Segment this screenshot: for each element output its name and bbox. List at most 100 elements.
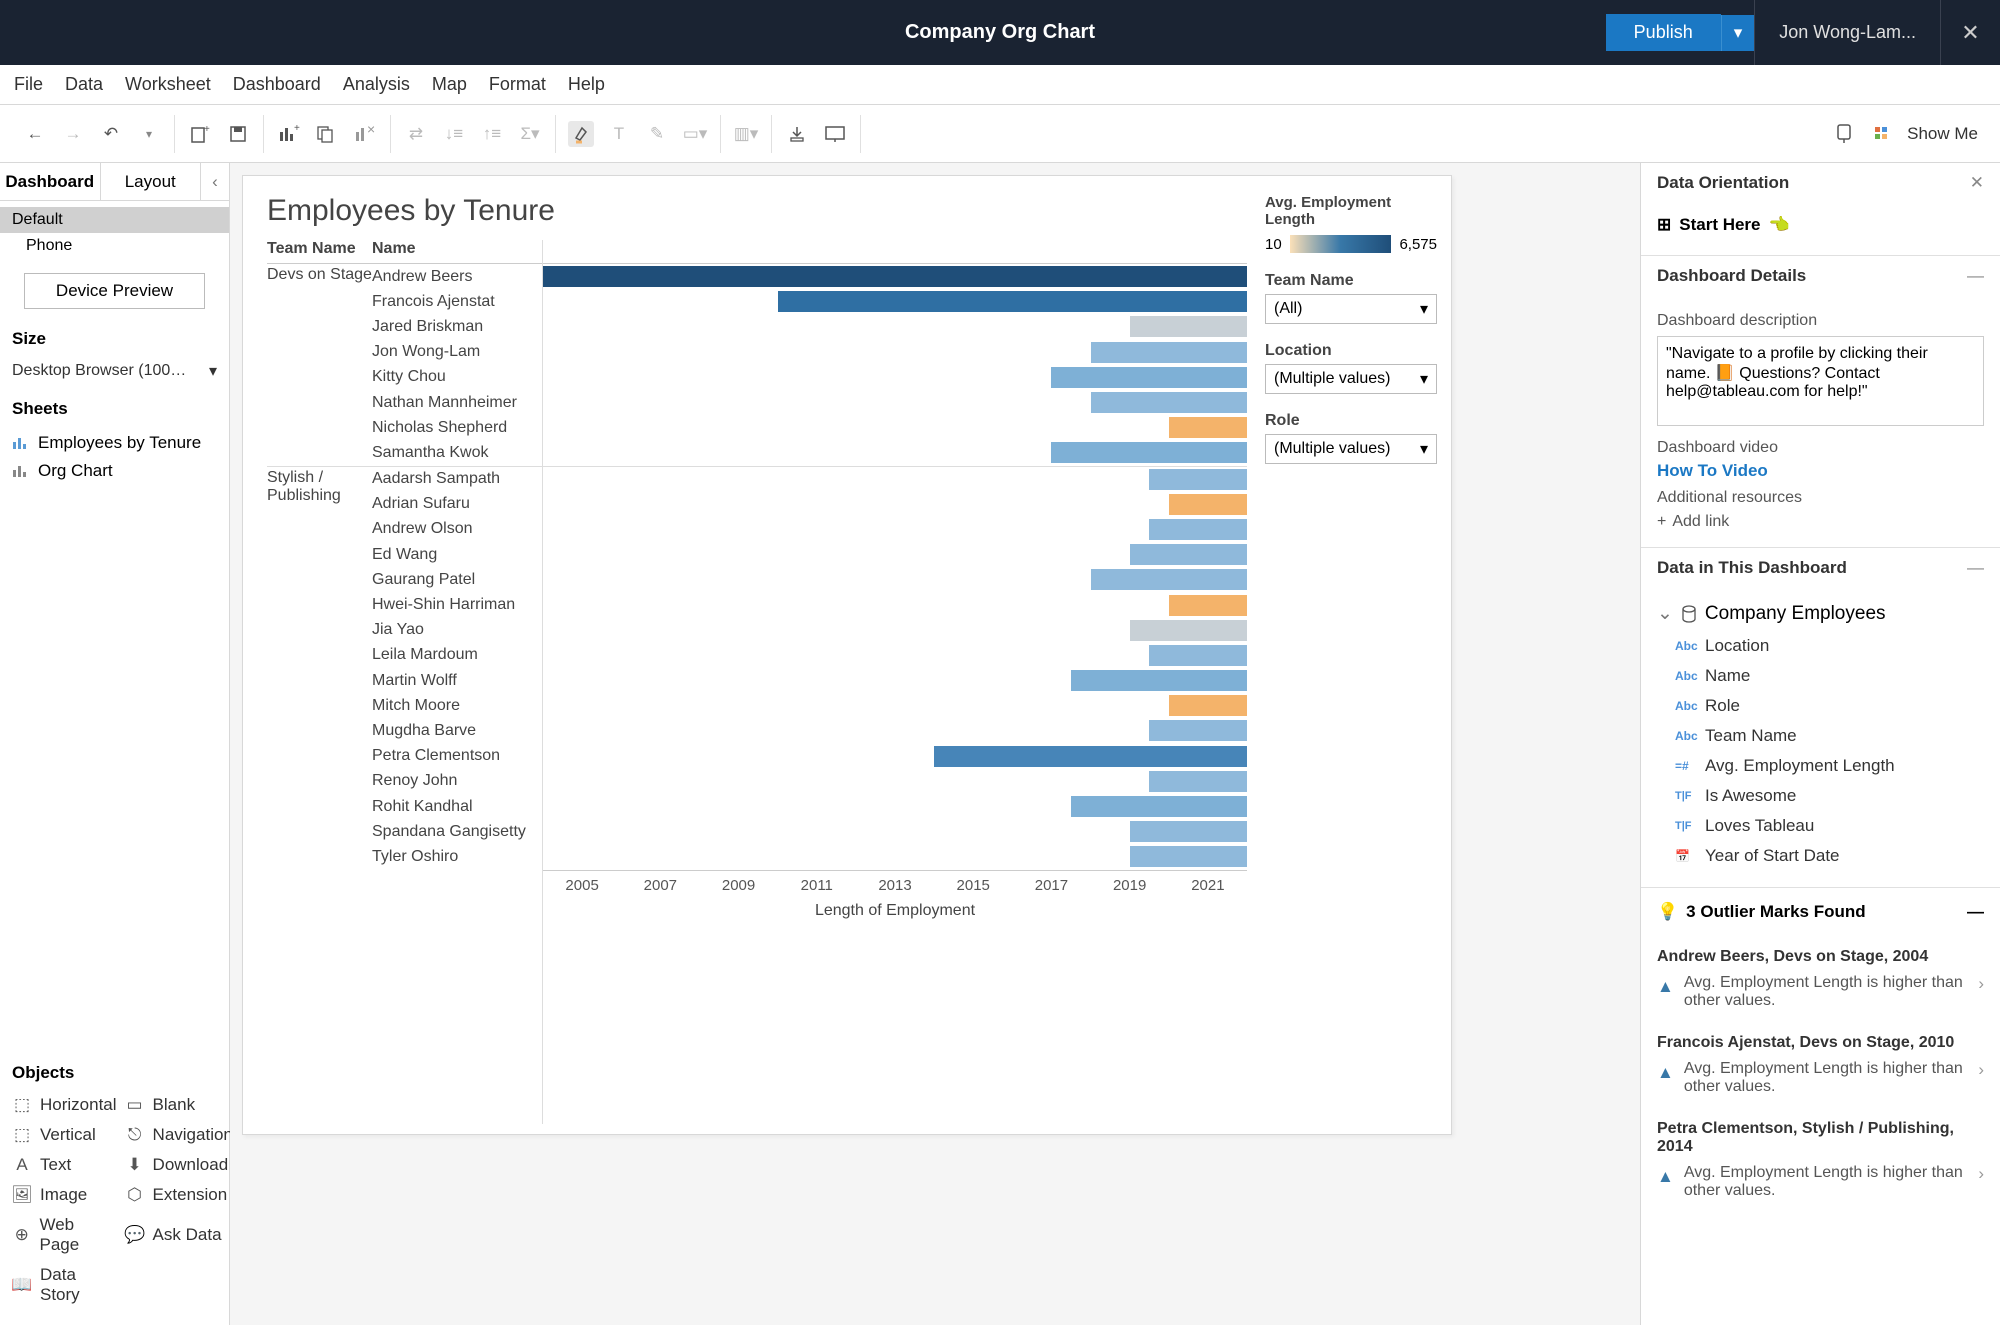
sheet-item[interactable]: Employees by Tenure [0,429,229,457]
tenure-bar[interactable] [1169,695,1247,716]
tenure-bar[interactable] [1149,469,1247,490]
tenure-bar[interactable] [1091,342,1247,363]
tab-dashboard[interactable]: Dashboard [0,163,101,200]
tenure-bar[interactable] [1130,620,1247,641]
clear-icon[interactable]: × [352,121,378,147]
employee-name[interactable]: Kitty Chou [372,365,542,390]
device-default[interactable]: Default [0,207,229,233]
collapse-details-icon[interactable]: — [1967,266,1984,286]
field-row[interactable]: T|FLoves Tableau [1657,811,1984,841]
tenure-bar[interactable] [1169,595,1247,616]
desc-textarea[interactable] [1657,336,1984,426]
field-row[interactable]: AbcName [1657,661,1984,691]
tenure-bar[interactable] [1149,771,1247,792]
revert-menu-icon[interactable]: ▾ [136,121,162,147]
field-row[interactable]: AbcLocation [1657,631,1984,661]
field-row[interactable]: T|FIs Awesome [1657,781,1984,811]
redo-icon[interactable]: → [60,121,86,147]
tenure-bar[interactable] [543,266,1247,287]
cards-icon[interactable]: ▥▾ [733,121,759,147]
tenure-bar[interactable] [1130,316,1247,337]
menu-analysis[interactable]: Analysis [343,74,410,95]
menu-data[interactable]: Data [65,74,103,95]
employee-name[interactable]: Rohit Kandhal [372,794,542,819]
tenure-bar[interactable] [1169,417,1247,438]
collapse-data-icon[interactable]: — [1967,558,1984,578]
tenure-bar[interactable] [1130,544,1247,565]
tenure-bar[interactable] [1091,392,1247,413]
tenure-bar[interactable] [1130,821,1247,842]
collapse-pane-icon[interactable]: ‹ [201,163,229,200]
object-vertical[interactable]: ⬚Vertical [12,1125,117,1145]
publish-dropdown[interactable]: ▾ [1721,15,1755,51]
menu-format[interactable]: Format [489,74,546,95]
outlier-item[interactable]: Petra Clementson, Stylish / Publishing, … [1641,1108,2000,1212]
employee-name[interactable]: Mugdha Barve [372,718,542,743]
tenure-bar[interactable] [1169,494,1247,515]
format-icon[interactable]: ✎ [644,121,670,147]
menu-file[interactable]: File [14,74,43,95]
tenure-bar[interactable] [1149,645,1247,666]
employee-name[interactable]: Spandana Gangisetty [372,819,542,844]
close-orientation-icon[interactable]: ✕ [1970,173,1984,193]
employee-name[interactable]: Tyler Oshiro [372,844,542,869]
dashboard-frame[interactable]: Employees by Tenure Team Name Devs on St… [242,175,1452,1135]
sort-desc-icon[interactable]: ↑≡ [479,121,505,147]
menu-dashboard[interactable]: Dashboard [233,74,321,95]
object-navigation[interactable]: ⎋Navigation [125,1125,233,1145]
filter-select[interactable]: (Multiple values)▾ [1265,364,1437,394]
field-row[interactable]: AbcRole [1657,691,1984,721]
field-row[interactable]: 📅Year of Start Date [1657,841,1984,871]
tenure-bar[interactable] [1130,846,1247,867]
start-here-button[interactable]: ⊞ Start Here 👈 [1657,211,1984,239]
employee-name[interactable]: Andrew Olson [372,517,542,542]
object-horizontal[interactable]: ⬚Horizontal [12,1095,117,1115]
object-text[interactable]: AText [12,1155,117,1175]
tenure-bar[interactable] [778,291,1247,312]
new-datasource-icon[interactable]: + [187,121,213,147]
menu-map[interactable]: Map [432,74,467,95]
menu-worksheet[interactable]: Worksheet [125,74,211,95]
object-blank[interactable]: ▭Blank [125,1095,233,1115]
tenure-bar[interactable] [1051,442,1247,463]
employee-name[interactable]: Jared Briskman [372,314,542,339]
field-row[interactable]: AbcTeam Name [1657,721,1984,751]
employee-name[interactable]: Martin Wolff [372,668,542,693]
employee-name[interactable]: Renoy John [372,769,542,794]
undo-icon[interactable]: ← [22,121,48,147]
highlight-icon[interactable] [568,121,594,147]
employee-name[interactable]: Petra Clementson [372,744,542,769]
employee-name[interactable]: Adrian Sufaru [372,492,542,517]
object-download[interactable]: ⬇Download [125,1155,233,1175]
employee-name[interactable]: Mitch Moore [372,693,542,718]
totals-icon[interactable]: Σ▾ [517,121,543,147]
sheet-item[interactable]: Org Chart [0,457,229,485]
menu-help[interactable]: Help [568,74,605,95]
object-image[interactable]: 🖼Image [12,1185,117,1205]
employee-name[interactable]: Ed Wang [372,542,542,567]
tab-layout[interactable]: Layout [101,163,202,200]
close-button[interactable]: ✕ [1940,0,2000,65]
size-select[interactable]: Desktop Browser (100… ▾ [12,361,217,381]
object-data-story[interactable]: 📖Data Story [12,1265,117,1305]
object-ask-data[interactable]: 💬Ask Data [125,1215,233,1255]
showme-label[interactable]: Show Me [1907,124,1978,144]
tenure-bar[interactable] [1071,670,1247,691]
fit-icon[interactable]: ▭▾ [682,121,708,147]
tenure-bar[interactable] [1149,720,1247,741]
tenure-bar[interactable] [1091,569,1247,590]
filter-select[interactable]: (All)▾ [1265,294,1437,324]
employee-name[interactable]: Jon Wong-Lam [372,340,542,365]
download-icon[interactable] [784,121,810,147]
swap-icon[interactable]: ⇄ [403,121,429,147]
data-guide-icon[interactable] [1831,121,1857,147]
tenure-bar[interactable] [1149,519,1247,540]
video-link[interactable]: How To Video [1657,461,1984,481]
employee-name[interactable]: Hwei-Shin Harriman [372,592,542,617]
save-icon[interactable] [225,121,251,147]
object-web-page[interactable]: ⊕Web Page [12,1215,117,1255]
revert-icon[interactable]: ↶ [98,121,124,147]
outlier-item[interactable]: Francois Ajenstat, Devs on Stage, 2010 ▲… [1641,1022,2000,1108]
object-extension[interactable]: ⬡Extension [125,1185,233,1205]
showme-icon[interactable] [1869,121,1895,147]
